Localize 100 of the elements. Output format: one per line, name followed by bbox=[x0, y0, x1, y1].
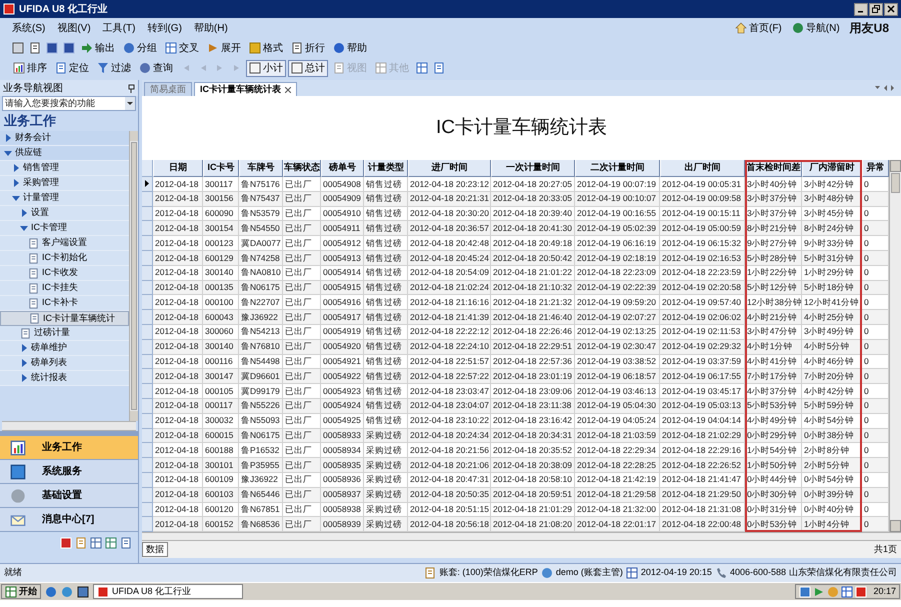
toolbar-button[interactable]: 查询 bbox=[136, 60, 176, 76]
filter-icon bbox=[97, 62, 109, 74]
document-icon bbox=[432, 62, 444, 74]
table-icon bbox=[90, 537, 102, 549]
scrollbar[interactable] bbox=[142, 532, 901, 542]
search-field[interactable]: 请输入您要搜索的功能 bbox=[2, 96, 136, 111]
section-title: 业务工作 bbox=[3, 112, 57, 130]
close-icon bbox=[285, 86, 291, 92]
arrow-icon bbox=[232, 64, 240, 72]
arrow-icon bbox=[216, 64, 224, 72]
document-icon bbox=[28, 282, 39, 294]
tree-item[interactable]: 设置 bbox=[0, 206, 129, 221]
nav-button[interactable]: 系统服务 bbox=[0, 460, 138, 484]
tree-item[interactable]: 销售管理 bbox=[0, 161, 129, 176]
taskbar-task[interactable]: UFIDA U8 化工行业 bbox=[93, 584, 243, 599]
status-text: 就绪 bbox=[4, 566, 22, 580]
menu-item[interactable]: 帮助(H) bbox=[194, 20, 228, 36]
panel-title: 业务导航视图 bbox=[3, 82, 63, 96]
start-button[interactable]: 开始 bbox=[1, 584, 41, 599]
clock: 20:17 bbox=[873, 584, 896, 598]
print-button[interactable] bbox=[10, 40, 25, 56]
tree-item[interactable]: IC卡计量车辆统计 bbox=[0, 311, 129, 326]
toolbar-button[interactable]: 总计 bbox=[288, 60, 328, 76]
toolbar-button[interactable]: 小计 bbox=[246, 60, 286, 76]
chart-icon bbox=[10, 440, 26, 456]
menu-item[interactable]: 转到(G) bbox=[147, 20, 182, 36]
menu-item[interactable]: 视图(V) bbox=[57, 20, 91, 36]
save-as-button[interactable] bbox=[61, 40, 76, 56]
scrollbar[interactable] bbox=[129, 131, 138, 421]
layout-icon bbox=[416, 62, 428, 74]
toolbar-icon-button[interactable] bbox=[414, 60, 429, 76]
scrollbar[interactable] bbox=[889, 160, 901, 532]
preview-icon bbox=[28, 42, 40, 54]
nav-button[interactable]: 消息中心[7] bbox=[0, 508, 138, 532]
status-item: demo (账套主管) bbox=[556, 566, 623, 580]
document-icon bbox=[29, 313, 40, 324]
window-title: UFIDA U8 化工行业 bbox=[19, 2, 108, 16]
tree-item[interactable]: 计量管理 bbox=[0, 191, 129, 206]
toolbar-button[interactable]: 定位 bbox=[52, 60, 92, 76]
expand-icon bbox=[207, 42, 219, 54]
nav-link[interactable]: 导航(N) bbox=[792, 20, 840, 36]
toolbar-button[interactable]: 展开 bbox=[204, 40, 244, 56]
scrollbar[interactable] bbox=[2, 421, 136, 431]
document-icon bbox=[424, 567, 436, 579]
tree-item[interactable]: 磅单列表 bbox=[0, 356, 129, 371]
menu-item[interactable]: 系统(S) bbox=[12, 20, 46, 36]
tree-item[interactable]: IC卡管理 bbox=[0, 221, 129, 236]
menu-item[interactable]: 工具(T) bbox=[102, 20, 136, 36]
export-icon bbox=[81, 42, 93, 54]
arrow-icon bbox=[198, 64, 206, 72]
row-indicator[interactable] bbox=[142, 177, 153, 192]
tree-item[interactable]: 采购管理 bbox=[0, 176, 129, 191]
toolbar-button[interactable]: 折行 bbox=[288, 40, 328, 56]
tree-item[interactable]: 客户端设置 bbox=[0, 236, 129, 251]
pin-icon bbox=[128, 84, 135, 92]
note-icon bbox=[75, 537, 87, 549]
status-item: 2012-04-19 20:15 bbox=[640, 566, 712, 580]
tab[interactable]: 简易桌面 bbox=[144, 82, 192, 96]
phone-icon bbox=[714, 567, 727, 579]
page-count: 共1页 bbox=[874, 542, 897, 556]
toolbar-button[interactable]: 过滤 bbox=[94, 60, 134, 76]
row-pointer-icon bbox=[145, 180, 149, 188]
document-icon bbox=[28, 268, 39, 278]
toolbar-button[interactable]: 帮助 bbox=[330, 40, 370, 56]
toolbar-button[interactable]: 输出 bbox=[78, 40, 118, 56]
status-item: 山东荣信煤化有限责任公司 bbox=[789, 566, 897, 580]
arrow-icon bbox=[182, 64, 190, 72]
tree-item[interactable]: IC卡挂失 bbox=[0, 281, 129, 296]
document-icon bbox=[20, 328, 31, 338]
tree-item[interactable]: IC卡补卡 bbox=[0, 296, 129, 311]
tree-item[interactable]: 过磅计量 bbox=[0, 326, 129, 341]
calendar-icon bbox=[626, 567, 638, 579]
nav-link[interactable]: 首页(F) bbox=[734, 20, 782, 36]
save-button[interactable] bbox=[44, 40, 59, 56]
restore-button[interactable] bbox=[869, 2, 883, 16]
report-title: IC卡计量车辆统计表 bbox=[436, 116, 607, 140]
tab-scroll-icon bbox=[875, 84, 897, 92]
tree-item[interactable]: 财务会计 bbox=[0, 131, 129, 146]
minimize-button[interactable] bbox=[854, 2, 868, 16]
toolbar-button[interactable]: 交叉 bbox=[162, 40, 202, 56]
document-icon bbox=[28, 238, 39, 248]
nav-button[interactable]: 业务工作 bbox=[0, 436, 138, 460]
tree-item[interactable]: IC卡初始化 bbox=[0, 251, 129, 266]
tab[interactable]: IC卡计量车辆统计表 bbox=[194, 82, 297, 96]
toolbar-button[interactable]: 格式 bbox=[246, 40, 286, 56]
toolbar-button[interactable]: 排序 bbox=[10, 60, 50, 76]
tree-item[interactable]: IC卡收发 bbox=[0, 266, 129, 281]
tree-item[interactable]: 磅单维护 bbox=[0, 341, 129, 356]
toolbar-button[interactable]: 分组 bbox=[120, 40, 160, 56]
status-item: 4006-600-588 bbox=[730, 566, 786, 580]
close-icon bbox=[887, 5, 895, 13]
cross-table-icon bbox=[165, 42, 177, 54]
close-button[interactable] bbox=[884, 2, 898, 16]
document-icon bbox=[28, 298, 39, 308]
tree-item[interactable]: 供应链 bbox=[0, 146, 129, 161]
document-icon bbox=[28, 252, 39, 264]
nav-button[interactable]: 基础设置 bbox=[0, 484, 138, 508]
tree-item[interactable]: 统计报表 bbox=[0, 371, 129, 386]
restore-icon bbox=[872, 5, 880, 13]
sheet-tab[interactable]: 数据 bbox=[142, 542, 168, 558]
